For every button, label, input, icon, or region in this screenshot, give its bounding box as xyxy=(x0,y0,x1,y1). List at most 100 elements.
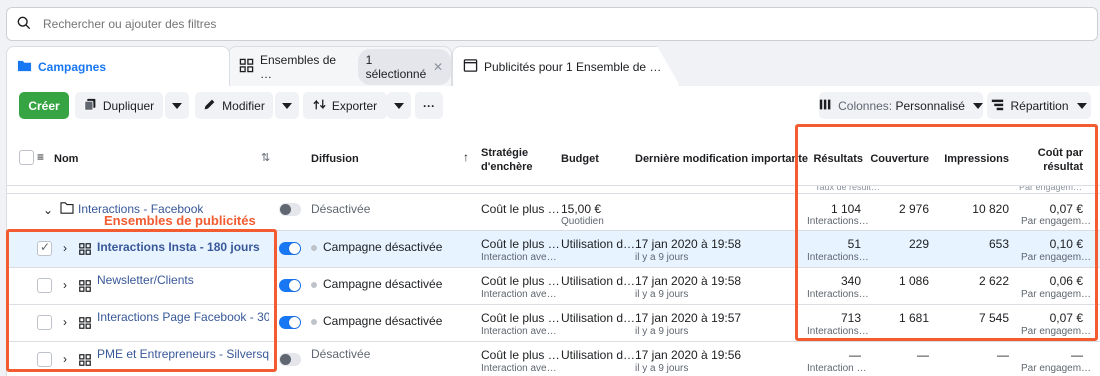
campaign-budget: 15,00 € xyxy=(561,202,602,216)
campaign-toggle[interactable] xyxy=(279,203,301,216)
breakdown-button[interactable]: Répartition xyxy=(987,92,1091,119)
adset-cost: — xyxy=(1071,348,1083,362)
column-results[interactable]: Résultats xyxy=(803,152,863,166)
column-impressions[interactable]: Impressions xyxy=(937,152,1009,166)
column-bid-strategy[interactable]: Stratégie d'enchère xyxy=(481,146,551,174)
adset-reach: — xyxy=(917,348,929,362)
table-header: ≡ Nom ⇅ Diffusion ↑ Stratégie d'enchère … xyxy=(7,128,1100,186)
select-all-checkbox[interactable] xyxy=(19,150,34,165)
selection-chip[interactable]: 1 sélectionné ✕ xyxy=(357,48,451,85)
tab-adsets[interactable]: Ensembles de … 1 sélectionné ✕ xyxy=(228,46,452,86)
campaign-reach: 2 976 xyxy=(898,202,929,216)
adset-results: 340 xyxy=(840,274,861,288)
chevron-right-icon[interactable]: › xyxy=(63,278,67,292)
row-checkbox[interactable] xyxy=(37,278,52,293)
campaign-budget-sub: Quotidien xyxy=(561,216,604,227)
campaign-delivery: Désactivée xyxy=(311,202,371,216)
adset-cost-sub: Par engagem… xyxy=(1021,326,1092,337)
export-dropdown[interactable] xyxy=(387,92,411,119)
duplicate-dropdown[interactable] xyxy=(165,92,189,119)
sort-arrow-icon[interactable]: ↑ xyxy=(463,150,469,164)
table-row[interactable]: › Newsletter/Clients Campagne désactivée… xyxy=(7,268,1100,305)
adset-delivery: Campagne désactivée xyxy=(323,314,443,328)
column-name[interactable]: Nom xyxy=(54,152,78,166)
adset-cost-sub: Par engagem… xyxy=(1021,289,1092,300)
adset-cost: 0,07 € xyxy=(1049,311,1083,325)
partial-row: Taux de résult… Par engagem… xyxy=(7,186,1100,194)
search-input[interactable] xyxy=(43,17,643,31)
table-row[interactable]: › Interactions Page Facebook - 30 jo… Ca… xyxy=(7,305,1100,342)
adset-results-sub: Interactions… xyxy=(807,252,869,263)
status-dot xyxy=(311,319,317,325)
table-row[interactable]: › Interactions Insta - 180 jours Campagn… xyxy=(7,231,1100,268)
adset-name[interactable]: PME et Entrepreneurs - Silversqua… xyxy=(97,347,269,361)
breakdown-icon xyxy=(991,98,1010,114)
adset-last-edit: 17 jan 2020 à 19:56 xyxy=(635,348,742,362)
chevron-down-icon[interactable]: ⌄ xyxy=(43,203,53,217)
pencil-icon xyxy=(203,98,222,114)
campaign-results: 1 104 xyxy=(830,202,861,216)
adset-reach: 1 681 xyxy=(898,311,929,325)
adset-last-edit: 17 jan 2020 à 19:58 xyxy=(635,237,742,251)
campaign-bid: Coût le plus … xyxy=(481,202,560,216)
row-checkbox[interactable] xyxy=(37,352,52,367)
more-icon: ··· xyxy=(423,98,435,113)
adset-bid-sub: Interaction ave… xyxy=(481,363,557,374)
adset-toggle[interactable] xyxy=(279,353,301,366)
tab-ads-label: Publicités pour 1 Ensemble de … xyxy=(484,59,662,74)
chevron-right-icon[interactable]: › xyxy=(63,241,67,255)
adset-last-edit-sub: il y a 9 jours xyxy=(635,252,689,263)
adset-bid: Coût le plus … xyxy=(481,311,560,325)
adset-name[interactable]: Interactions Insta - 180 jours xyxy=(97,240,269,254)
adset-toggle[interactable] xyxy=(279,279,301,292)
adset-bid-sub: Interaction ave… xyxy=(481,289,557,300)
window-icon xyxy=(463,58,484,76)
chevron-down-icon xyxy=(394,102,404,109)
column-last-edit[interactable]: Dernière modification importante xyxy=(635,152,808,166)
search-icon xyxy=(17,16,31,33)
adset-last-edit: 17 jan 2020 à 19:58 xyxy=(635,274,742,288)
duplicate-button[interactable]: Dupliquer xyxy=(75,92,163,119)
chevron-right-icon[interactable]: › xyxy=(63,315,67,329)
adset-name[interactable]: Newsletter/Clients xyxy=(97,273,269,287)
adset-bid-sub: Interaction ave… xyxy=(481,252,557,263)
folder-icon xyxy=(17,58,38,76)
campaign-impressions: 10 820 xyxy=(972,202,1009,216)
adset-last-edit-sub: il y a 9 jours xyxy=(635,289,689,300)
row-checkbox[interactable] xyxy=(37,315,52,330)
create-label: Créer xyxy=(28,98,60,113)
adset-results-sub: Interactions… xyxy=(807,289,869,300)
export-button[interactable]: Exporter xyxy=(303,92,387,119)
adset-results-sub: Interactions… xyxy=(807,326,869,337)
adset-impressions: — xyxy=(997,348,1009,362)
adset-last-edit-sub: il y a 9 jours xyxy=(635,363,689,374)
adsets-table: ≡ Nom ⇅ Diffusion ↑ Stratégie d'enchère … xyxy=(6,128,1100,376)
column-budget[interactable]: Budget xyxy=(561,152,599,166)
adset-toggle[interactable] xyxy=(279,316,301,329)
column-delivery[interactable]: Diffusion xyxy=(311,152,359,166)
chevron-right-icon[interactable]: › xyxy=(63,352,67,366)
row-checkbox[interactable] xyxy=(37,240,52,256)
columns-button[interactable]: Colonnes: Personnalisé xyxy=(819,92,983,119)
grid-icon xyxy=(79,280,91,292)
folder-outline-icon xyxy=(60,202,74,217)
edit-button[interactable]: Modifier xyxy=(195,92,273,119)
column-cost[interactable]: Coût par résultat xyxy=(1023,146,1083,174)
status-dot xyxy=(311,245,317,251)
grid-icon xyxy=(239,58,260,76)
sort-toggle-icon[interactable]: ⇅ xyxy=(261,151,270,164)
create-button[interactable]: Créer xyxy=(19,92,69,119)
edit-dropdown[interactable] xyxy=(275,92,299,119)
adset-delivery: Campagne désactivée xyxy=(323,277,443,291)
sort-icon: ≡ xyxy=(37,150,45,164)
more-button[interactable]: ··· xyxy=(415,92,443,119)
adset-toggle[interactable] xyxy=(279,242,301,255)
search-bar[interactable] xyxy=(6,7,1098,41)
adset-name[interactable]: Interactions Page Facebook - 30 jo… xyxy=(97,310,269,324)
table-row[interactable]: › PME et Entrepreneurs - Silversqua… Dés… xyxy=(7,342,1100,376)
close-icon[interactable]: ✕ xyxy=(433,60,443,74)
tab-campaigns[interactable]: Campagnes xyxy=(6,46,230,86)
tab-bar: Campagnes Ensembles de … 1 sélectionné ✕ … xyxy=(0,46,1100,86)
column-reach[interactable]: Couverture xyxy=(867,152,929,166)
tab-ads[interactable]: Publicités pour 1 Ensemble de … xyxy=(452,46,680,86)
